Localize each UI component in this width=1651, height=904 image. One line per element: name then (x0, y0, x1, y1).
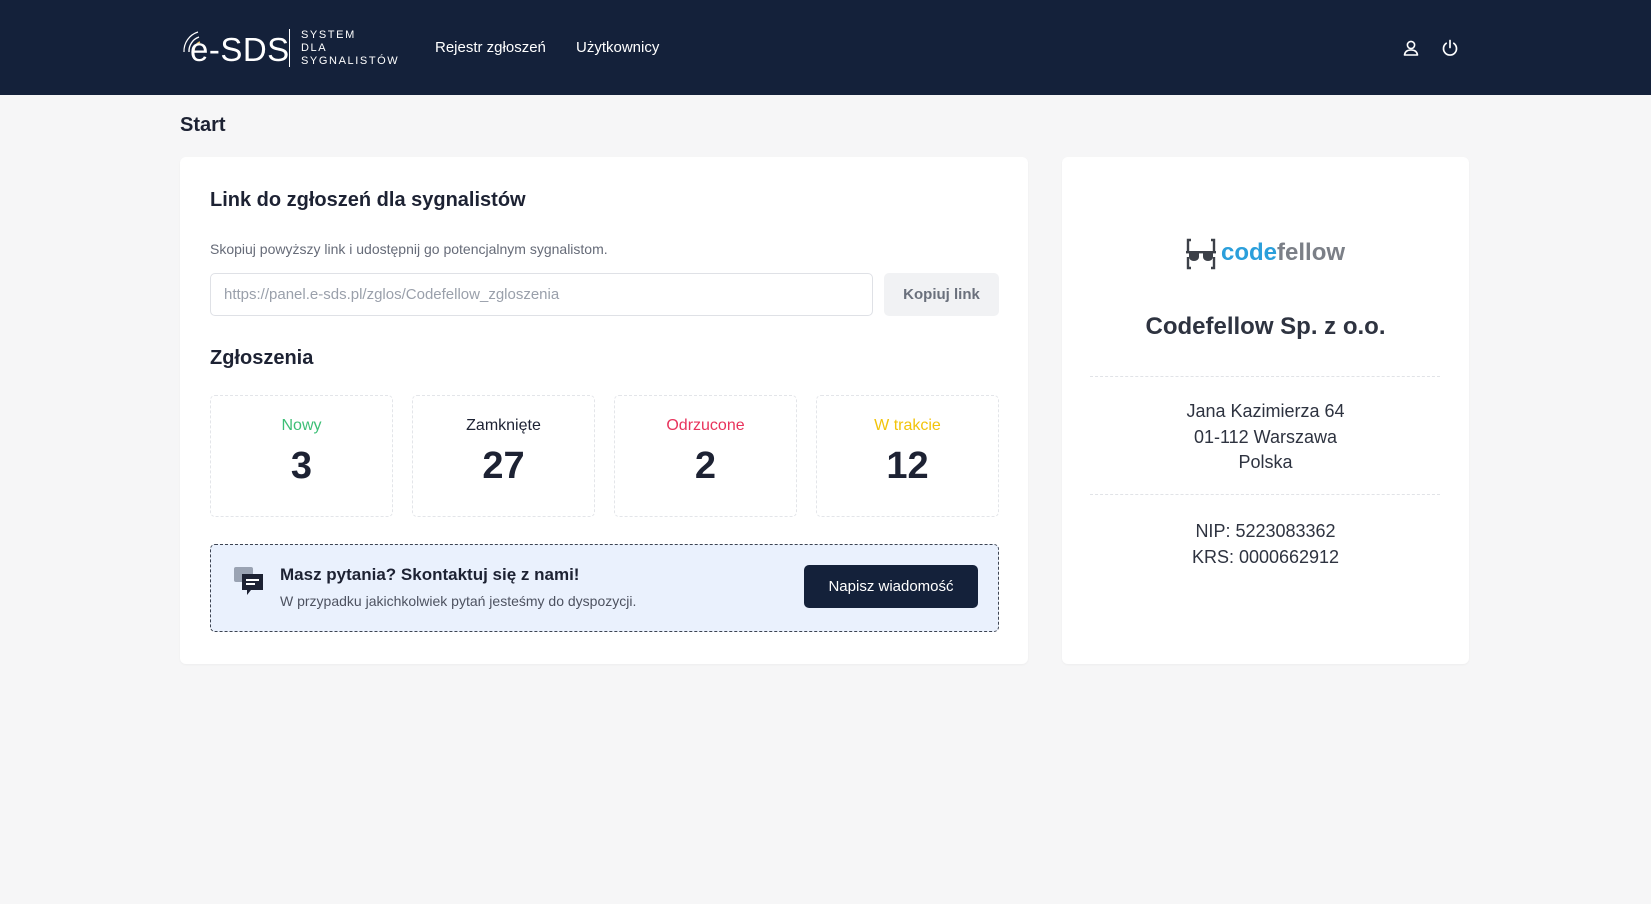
divider (1090, 376, 1440, 377)
logo-subtitle: SYSTEM DLA SYGNALISTÓW (301, 29, 399, 68)
logo-sub-line: SYSTEM (301, 29, 356, 41)
top-navbar: e-SDS SYSTEM DLA SYGNALISTÓW Rejestr zgł… (0, 0, 1651, 95)
divider (1090, 494, 1440, 495)
chat-icon (234, 567, 263, 595)
logo-divider (289, 29, 290, 67)
glasses-logo-icon (1186, 238, 1216, 270)
nav-link-reports-register[interactable]: Rejestr zgłoszeń (435, 39, 546, 57)
contact-subtitle: W przypadku jakichkolwiek pytań jesteśmy… (280, 593, 637, 609)
stat-value: 12 (886, 445, 929, 487)
logo-text[interactable]: e-SDS (190, 30, 290, 70)
company-card: codefellow Codefellow Sp. z o.o. Jana Ka… (1062, 157, 1469, 664)
reports-section-title: Zgłoszenia (210, 347, 314, 369)
address-country: Polska (1238, 452, 1293, 472)
stat-label: Nowy (281, 417, 322, 434)
stat-value: 2 (694, 445, 717, 487)
stat-label: Odrzucone (666, 417, 745, 434)
power-icon[interactable] (1440, 38, 1460, 58)
logo-sub-line: DLA (301, 42, 328, 54)
stat-card-rejected[interactable]: Odrzucone 2 (614, 395, 797, 517)
company-logo: codefellow (1185, 237, 1355, 271)
contact-title: Masz pytania? Skontaktuj się z nami! (280, 565, 580, 584)
stat-label: W trakcie (874, 417, 941, 434)
main-card: Link do zgłoszeń dla sygnalistów Skopiuj… (180, 157, 1028, 664)
link-section-title: Link do zgłoszeń dla sygnalistów (210, 189, 526, 211)
company-krs: KRS: 0000662912 (1191, 547, 1340, 567)
stat-card-closed[interactable]: Zamknięte 27 (412, 395, 595, 517)
logo-sub-line: SYGNALISTÓW (301, 55, 400, 67)
link-section-description: Skopiuj powyższy link i udostępnij go po… (210, 241, 608, 257)
stat-value: 27 (482, 445, 525, 487)
company-name: Codefellow Sp. z o.o. (1145, 313, 1386, 340)
stat-value: 3 (290, 445, 313, 487)
stat-card-new[interactable]: Nowy 3 (210, 395, 393, 517)
address-street: Jana Kazimierza 64 (1186, 401, 1345, 421)
logo-text-fellow: fellow (1277, 239, 1346, 266)
write-message-button[interactable]: Napisz wiadomość (804, 565, 978, 608)
stat-card-in-progress[interactable]: W trakcie 12 (816, 395, 999, 517)
page-title: Start (180, 114, 226, 136)
report-link-input[interactable] (210, 273, 873, 316)
user-icon[interactable] (1401, 38, 1421, 58)
company-logo-text: codefellow (1221, 239, 1345, 267)
nav-link-users[interactable]: Użytkownicy (576, 39, 659, 57)
company-nip: NIP: 5223083362 (1195, 521, 1336, 541)
copy-link-button[interactable]: Kopiuj link (884, 273, 999, 316)
stat-label: Zamknięte (466, 417, 541, 434)
address-city: 01-112 Warszawa (1193, 427, 1338, 447)
logo-text-code: code (1221, 239, 1278, 266)
contact-banner: Masz pytania? Skontaktuj się z nami! W p… (210, 544, 999, 632)
